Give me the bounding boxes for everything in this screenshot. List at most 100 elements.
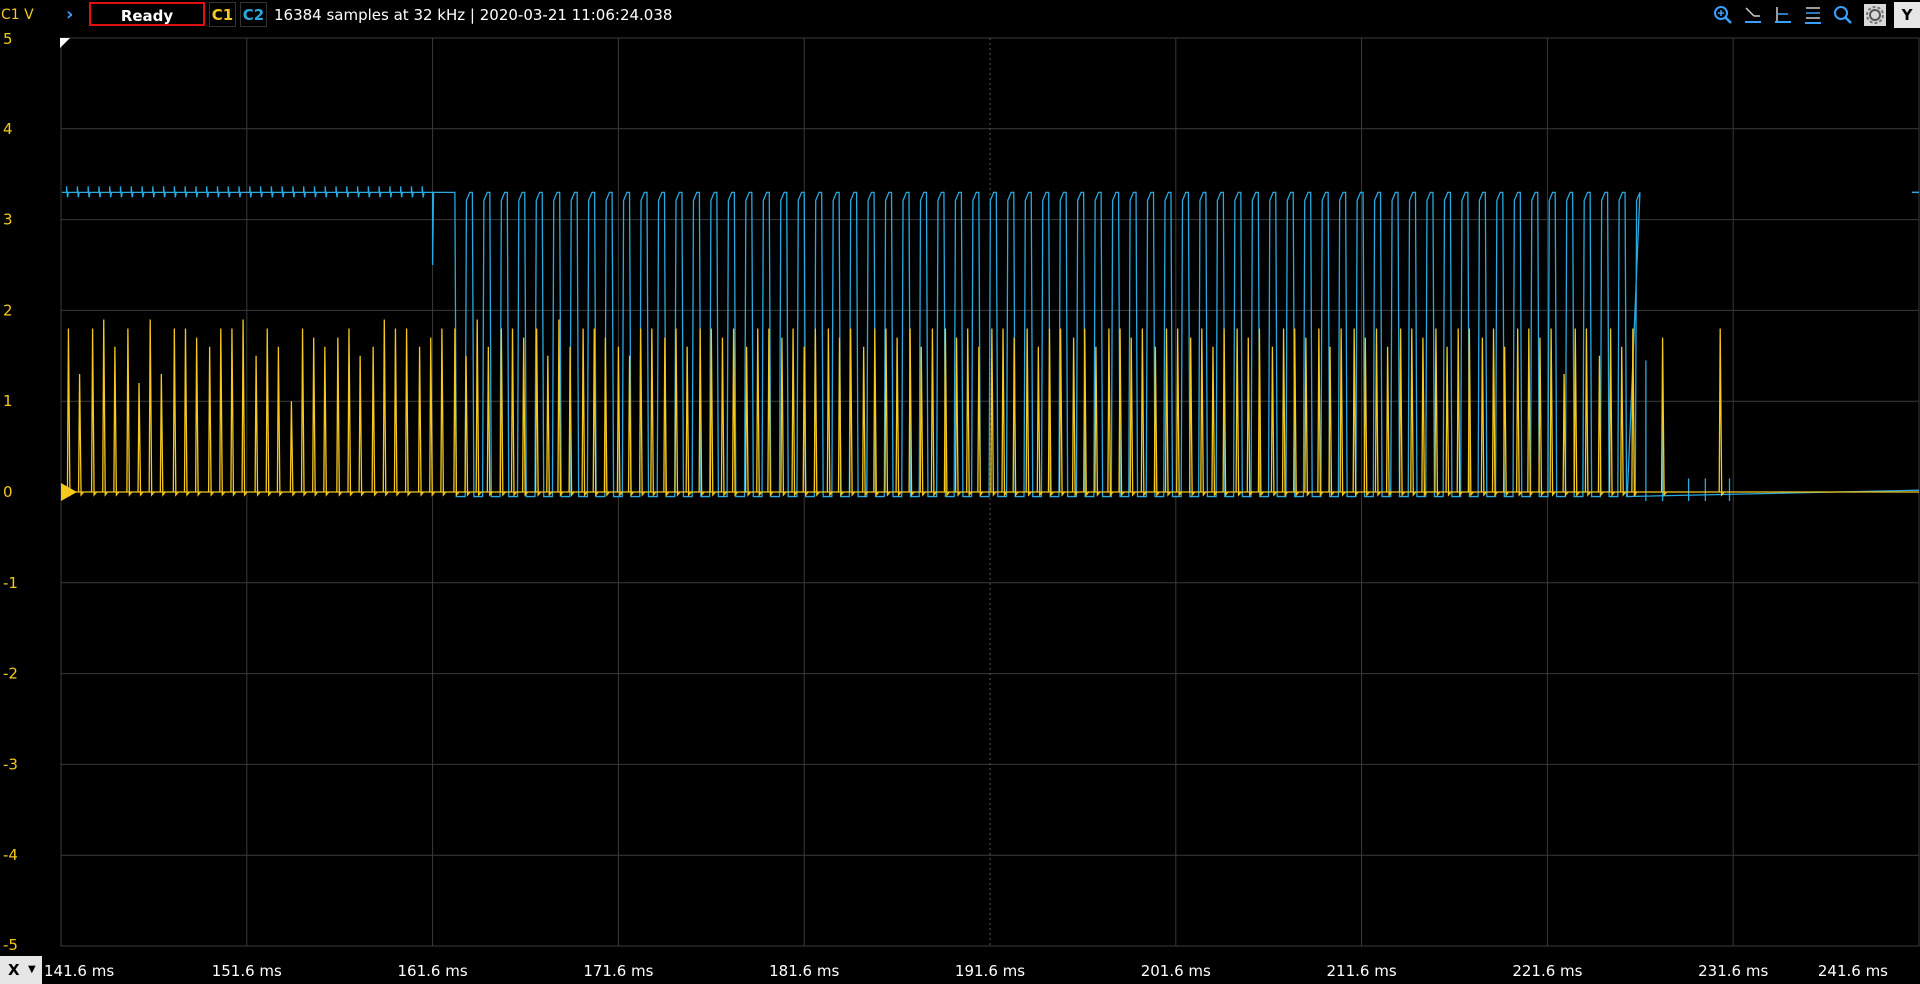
x-tick-label: 161.6 ms (398, 962, 468, 980)
c1-pulse (930, 328, 937, 497)
c1-pulse (1718, 328, 1725, 497)
c1-pulse (849, 328, 856, 497)
c1-pulse (1374, 328, 1381, 497)
c1-pulse (1140, 328, 1147, 497)
y-tick-label: 1 (3, 392, 13, 410)
c1-pulse (639, 328, 646, 497)
c1-pulse (1189, 337, 1196, 497)
c1-pulse (1222, 328, 1229, 497)
y-tick-label: 0 (3, 483, 13, 501)
c1-pulse (895, 337, 902, 497)
c1-pulse (1584, 328, 1591, 497)
x-tick-label: 241.6 ms (1818, 962, 1888, 980)
x-tick-label: 151.6 ms (212, 962, 282, 980)
y-tick-label: -4 (3, 846, 18, 864)
y-tick-label: -1 (3, 574, 18, 592)
c1-pulse (66, 328, 73, 497)
c1-pulse (126, 328, 133, 497)
c1-pulse (837, 337, 845, 497)
y-tick-label: -2 (3, 665, 18, 683)
c1-pulse (312, 337, 319, 497)
c1-pulse (1398, 328, 1406, 497)
c1-pulse (919, 346, 926, 497)
x-tick-label: 191.6 ms (955, 962, 1025, 980)
c1-pulse (276, 346, 283, 497)
c1-pulse (568, 346, 575, 497)
c1-pulse (510, 328, 517, 497)
c1-pulse (230, 328, 237, 497)
c1-pulse (943, 328, 950, 497)
y-tick-label: -5 (3, 936, 18, 954)
c1-pulse (194, 337, 202, 497)
c1-pulse (148, 319, 155, 497)
c1-pulse (1363, 337, 1370, 497)
c1-pulse (265, 328, 272, 497)
c1-pulse (1573, 328, 1580, 497)
c1-pulse (1503, 346, 1510, 497)
x-tick-label: 171.6 ms (583, 962, 653, 980)
c1-pulse (966, 328, 973, 497)
c1-pulse (1445, 346, 1452, 497)
c1-pulse (1200, 328, 1207, 497)
c1-pulse (616, 346, 623, 497)
x-tick-label: 141.6 ms (44, 962, 114, 980)
c1-pulse (873, 328, 880, 497)
c1-pulse (1549, 328, 1556, 497)
c1-pulse (77, 373, 85, 497)
c1-pulse (219, 328, 226, 497)
c1-pulse (1538, 337, 1545, 497)
c1-pulse (300, 328, 308, 497)
c1-pulse (183, 328, 190, 497)
c1-pulse (1257, 328, 1264, 497)
c1-pulse (1129, 337, 1136, 497)
c1-pulse (371, 346, 378, 497)
c1-pulse (534, 328, 542, 497)
c1-pulse (954, 337, 962, 497)
c1-pulse (417, 346, 425, 497)
y-tick-label: 5 (3, 30, 13, 48)
x-tick-labels: 141.6 ms 151.6 ms 161.6 ms 171.6 ms 181.6 ms… (44, 962, 1888, 980)
trigger-position-marker (60, 38, 70, 48)
x-tick-label: 231.6 ms (1698, 962, 1768, 980)
c1-pulse (172, 328, 179, 497)
c1-pulse (908, 328, 915, 497)
c1-pulse (1660, 337, 1668, 497)
c1-pulse (709, 328, 716, 497)
c1-pulse (780, 337, 787, 497)
c1-pulse (1164, 328, 1172, 497)
x-axis-button[interactable]: X ▼ (0, 956, 42, 984)
c1-pulse (1339, 328, 1346, 497)
c1-pulse (207, 346, 215, 497)
c1-pulse (1467, 328, 1474, 497)
x-tick-label: 221.6 ms (1512, 962, 1582, 980)
c1-pulse (674, 328, 681, 497)
c1-pulse (650, 328, 657, 497)
c1-pulse (1620, 346, 1627, 497)
c1-pulse (791, 328, 798, 497)
c1-pulse (990, 328, 997, 497)
y-tick-label: 3 (3, 211, 13, 229)
oscilloscope-plot[interactable]: 5 4 3 2 1 0 -1 -2 -3 -4 -5 141.6 ms 151.6 ms 161.6 m… (0, 0, 1920, 984)
c1-pulse (884, 328, 891, 497)
c1-pulse (404, 328, 412, 497)
x-tick-label: 211.6 ms (1327, 962, 1397, 980)
c1-pulse (756, 328, 763, 497)
c1-pulse (358, 355, 365, 497)
c1-pulse (581, 328, 588, 497)
c1-pulse (1235, 328, 1242, 497)
c1-pulse (1270, 346, 1277, 497)
c1-pulse (1410, 328, 1417, 497)
c1-pulse (744, 346, 752, 497)
c1-pulse (546, 355, 553, 497)
plot-markers (60, 38, 77, 501)
c1-pulse (813, 328, 820, 497)
trigger-level-marker (61, 483, 77, 501)
y-tick-labels: 5 4 3 2 1 0 -1 -2 -3 -4 -5 (3, 30, 18, 954)
c1-pulse (1153, 346, 1160, 497)
c1-pulse (289, 401, 296, 497)
chevron-down-icon: ▼ (28, 964, 36, 975)
c1-pulse (1304, 337, 1311, 497)
c1-pulse (159, 373, 166, 497)
c1-pulse (1012, 337, 1019, 497)
c1-pulse (336, 337, 343, 497)
